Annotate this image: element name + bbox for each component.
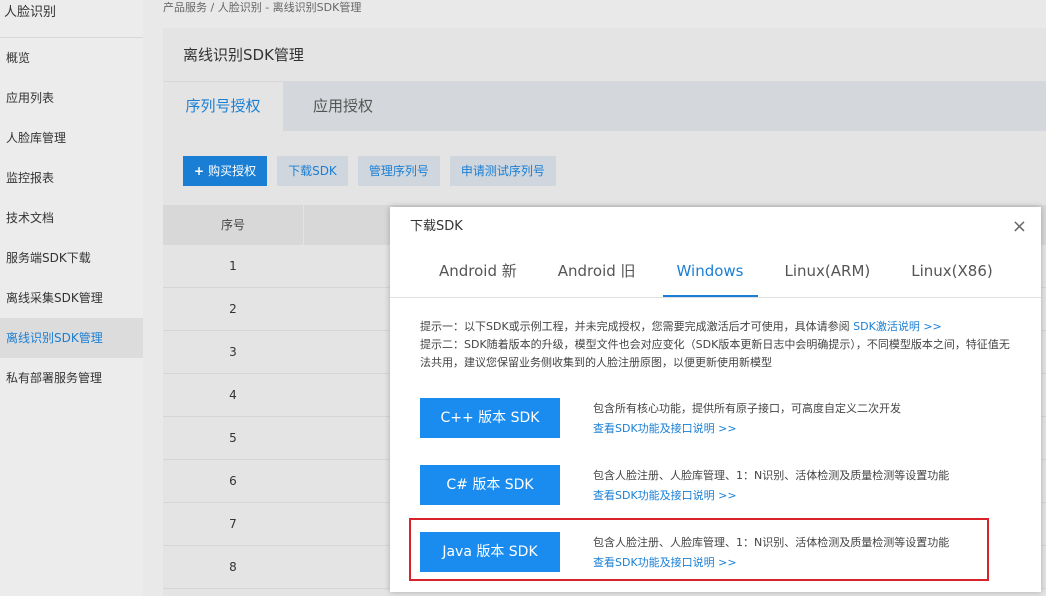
row-no: 1	[229, 259, 237, 273]
cpp-sdk-button[interactable]: C++ 版本 SDK	[420, 398, 560, 438]
row-no: 8	[229, 560, 237, 574]
sdk-doc-link[interactable]: 查看SDK功能及接口说明 >>	[593, 486, 949, 506]
buy-license-button[interactable]: + 购买授权	[183, 156, 268, 186]
csharp-sdk-button[interactable]: C# 版本 SDK	[420, 465, 560, 505]
sdk-item: C++ 版本 SDK 包含所有核心功能，提供所有原子接口，可高度自定义二次开发 …	[420, 398, 1041, 439]
row-value: 默	[303, 374, 407, 416]
tip1-text: 提示一：以下SDK或示例工程，并未完成授权，您需要完成激活后才可使用，具体请参阅	[420, 320, 854, 333]
page-title: 离线识别SDK管理	[163, 28, 1046, 82]
sidebar-item-tech-docs[interactable]: 技术文档	[0, 198, 143, 238]
dialog-header: 下载SDK ×	[390, 207, 1041, 247]
row-value	[303, 245, 431, 287]
row-no: 5	[229, 431, 237, 445]
row-no: 3	[229, 345, 237, 359]
sdk-item: C# 版本 SDK 包含人脸注册、人脸库管理、1：N识别、活体检测及质量检测等设…	[420, 465, 1041, 506]
tab-windows[interactable]: Windows	[662, 247, 758, 297]
breadcrumb: 产品服务 / 人脸识别 - 离线识别SDK管理	[163, 1, 362, 14]
panel-tabs: 序列号授权 应用授权	[163, 82, 1046, 131]
sidebar-item-offline-recognition-sdk[interactable]: 离线识别SDK管理	[0, 318, 143, 358]
sdk-desc-text: 包含所有核心功能，提供所有原子接口，可高度自定义二次开发	[593, 402, 901, 415]
sidebar-item-face-library[interactable]: 人脸库管理	[0, 118, 143, 158]
tab-serial-auth[interactable]: 序列号授权	[163, 82, 283, 131]
plus-icon: +	[194, 164, 205, 178]
row-no: 6	[229, 474, 237, 488]
tab-linux-x86[interactable]: Linux(X86)	[897, 247, 1006, 297]
row-value	[303, 331, 431, 373]
apply-test-serial-button[interactable]: 申请测试序列号	[449, 156, 556, 186]
row-value: 默	[303, 546, 407, 588]
tip2-text: 提示二：SDK随着版本的升级，模型文件也会对应变化（SDK版本更新日志中会明确提…	[420, 338, 1010, 369]
tab-linux-arm[interactable]: Linux(ARM)	[771, 247, 885, 297]
row-value: 默	[303, 503, 407, 545]
highlight-box	[409, 518, 989, 581]
sidebar-title: 人脸识别	[0, 0, 143, 38]
header-no: 序号	[220, 218, 245, 232]
row-value: 默	[303, 417, 407, 459]
row-no: 2	[229, 302, 237, 316]
download-sdk-button[interactable]: 下载SDK	[277, 156, 348, 186]
close-icon[interactable]: ×	[1012, 207, 1027, 247]
row-no: 7	[229, 517, 237, 531]
row-no: 4	[229, 388, 237, 402]
sidebar-item-overview[interactable]: 概览	[0, 38, 143, 78]
sidebar-item-monitor-report[interactable]: 监控报表	[0, 158, 143, 198]
sdk-doc-link[interactable]: 查看SDK功能及接口说明 >>	[593, 419, 901, 439]
tab-app-auth[interactable]: 应用授权	[283, 82, 403, 131]
sdk-description: 包含人脸注册、人脸库管理、1：N识别、活体检测及质量检测等设置功能 查看SDK功…	[593, 465, 949, 506]
sidebar: 人脸识别 概览 应用列表 人脸库管理 监控报表 技术文档 服务端SDK下载 离线…	[0, 0, 143, 596]
row-value	[303, 288, 431, 330]
sidebar-item-server-sdk-download[interactable]: 服务端SDK下载	[0, 238, 143, 278]
dialog-title: 下载SDK	[410, 219, 463, 234]
action-bar: + 购买授权 下载SDK 管理序列号 申请测试序列号	[163, 131, 1046, 186]
sidebar-item-app-list[interactable]: 应用列表	[0, 78, 143, 118]
tab-android-new[interactable]: Android 新	[425, 247, 531, 297]
buy-license-label: 购买授权	[208, 164, 257, 178]
row-value: 默	[303, 460, 407, 502]
tip-text: 提示一：以下SDK或示例工程，并未完成授权，您需要完成激活后才可使用，具体请参阅…	[420, 318, 1010, 372]
sdk-description: 包含所有核心功能，提供所有原子接口，可高度自定义二次开发 查看SDK功能及接口说…	[593, 398, 901, 439]
sidebar-item-offline-capture-sdk[interactable]: 离线采集SDK管理	[0, 278, 143, 318]
manage-serial-button[interactable]: 管理序列号	[357, 156, 440, 186]
tab-android-old[interactable]: Android 旧	[544, 247, 650, 297]
platform-tabs: Android 新 Android 旧 Windows Linux(ARM) L…	[390, 247, 1041, 298]
sdk-desc-text: 包含人脸注册、人脸库管理、1：N识别、活体检测及质量检测等设置功能	[593, 469, 950, 482]
sdk-activation-link[interactable]: SDK激活说明 >>	[853, 320, 942, 333]
sidebar-item-private-deploy[interactable]: 私有部署服务管理	[0, 358, 143, 398]
